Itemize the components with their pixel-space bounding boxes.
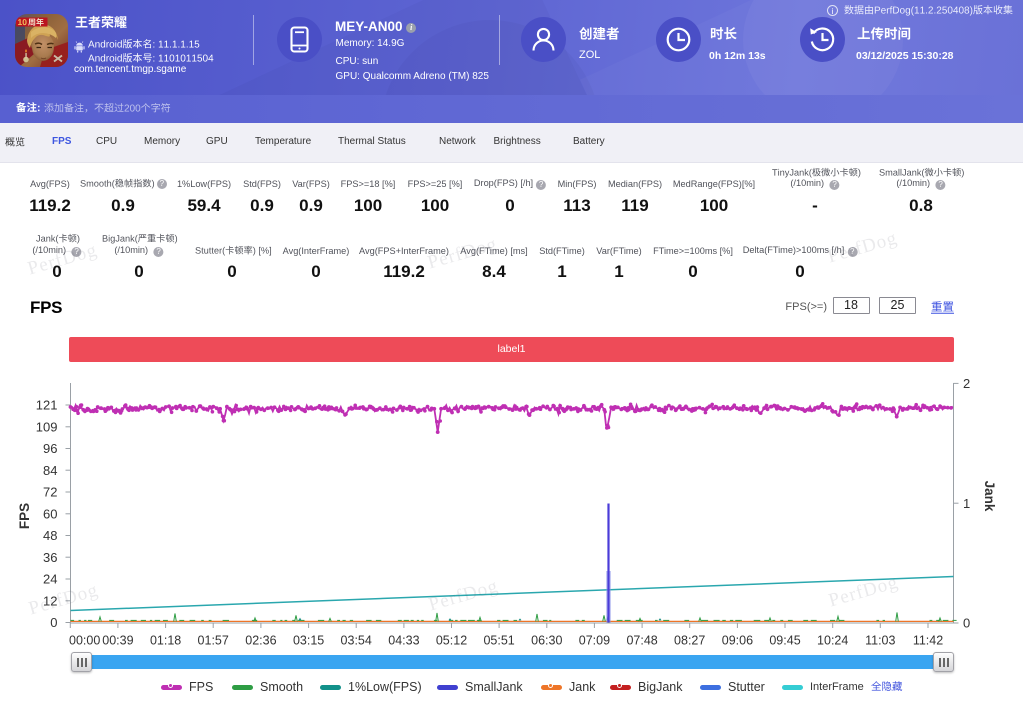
svg-text:02:36: 02:36	[245, 634, 276, 648]
svg-text:0: 0	[963, 616, 970, 631]
svg-text:00:39: 00:39	[102, 634, 133, 648]
svg-text:01:18: 01:18	[150, 634, 181, 648]
svg-text:48: 48	[43, 528, 57, 543]
svg-text:84: 84	[43, 463, 57, 478]
svg-text:2: 2	[963, 376, 970, 391]
svg-text:07:48: 07:48	[626, 634, 657, 648]
svg-text:11:03: 11:03	[865, 634, 895, 648]
svg-text:03:15: 03:15	[293, 634, 324, 648]
svg-text:72: 72	[43, 485, 57, 500]
svg-text:96: 96	[43, 441, 57, 456]
svg-text:01:57: 01:57	[198, 634, 229, 648]
svg-text:09:45: 09:45	[769, 634, 800, 648]
svg-text:60: 60	[43, 506, 57, 521]
svg-text:00:00: 00:00	[69, 634, 100, 648]
svg-text:0: 0	[50, 615, 57, 630]
svg-text:04:33: 04:33	[388, 634, 419, 648]
svg-text:24: 24	[43, 572, 57, 587]
svg-text:109: 109	[36, 419, 58, 434]
svg-text:36: 36	[43, 550, 57, 565]
svg-text:1: 1	[963, 496, 970, 511]
svg-text:08:27: 08:27	[674, 634, 705, 648]
svg-text:10:24: 10:24	[817, 634, 848, 648]
svg-text:05:12: 05:12	[436, 634, 467, 648]
svg-text:07:09: 07:09	[579, 634, 610, 648]
svg-text:05:51: 05:51	[483, 634, 514, 648]
svg-text:121: 121	[36, 398, 58, 413]
svg-text:06:30: 06:30	[531, 634, 562, 648]
svg-text:Jank: Jank	[982, 481, 997, 512]
svg-text:09:06: 09:06	[722, 634, 753, 648]
svg-text:11:42: 11:42	[913, 634, 943, 648]
svg-text:03:54: 03:54	[341, 634, 372, 648]
svg-text:FPS: FPS	[17, 503, 32, 529]
